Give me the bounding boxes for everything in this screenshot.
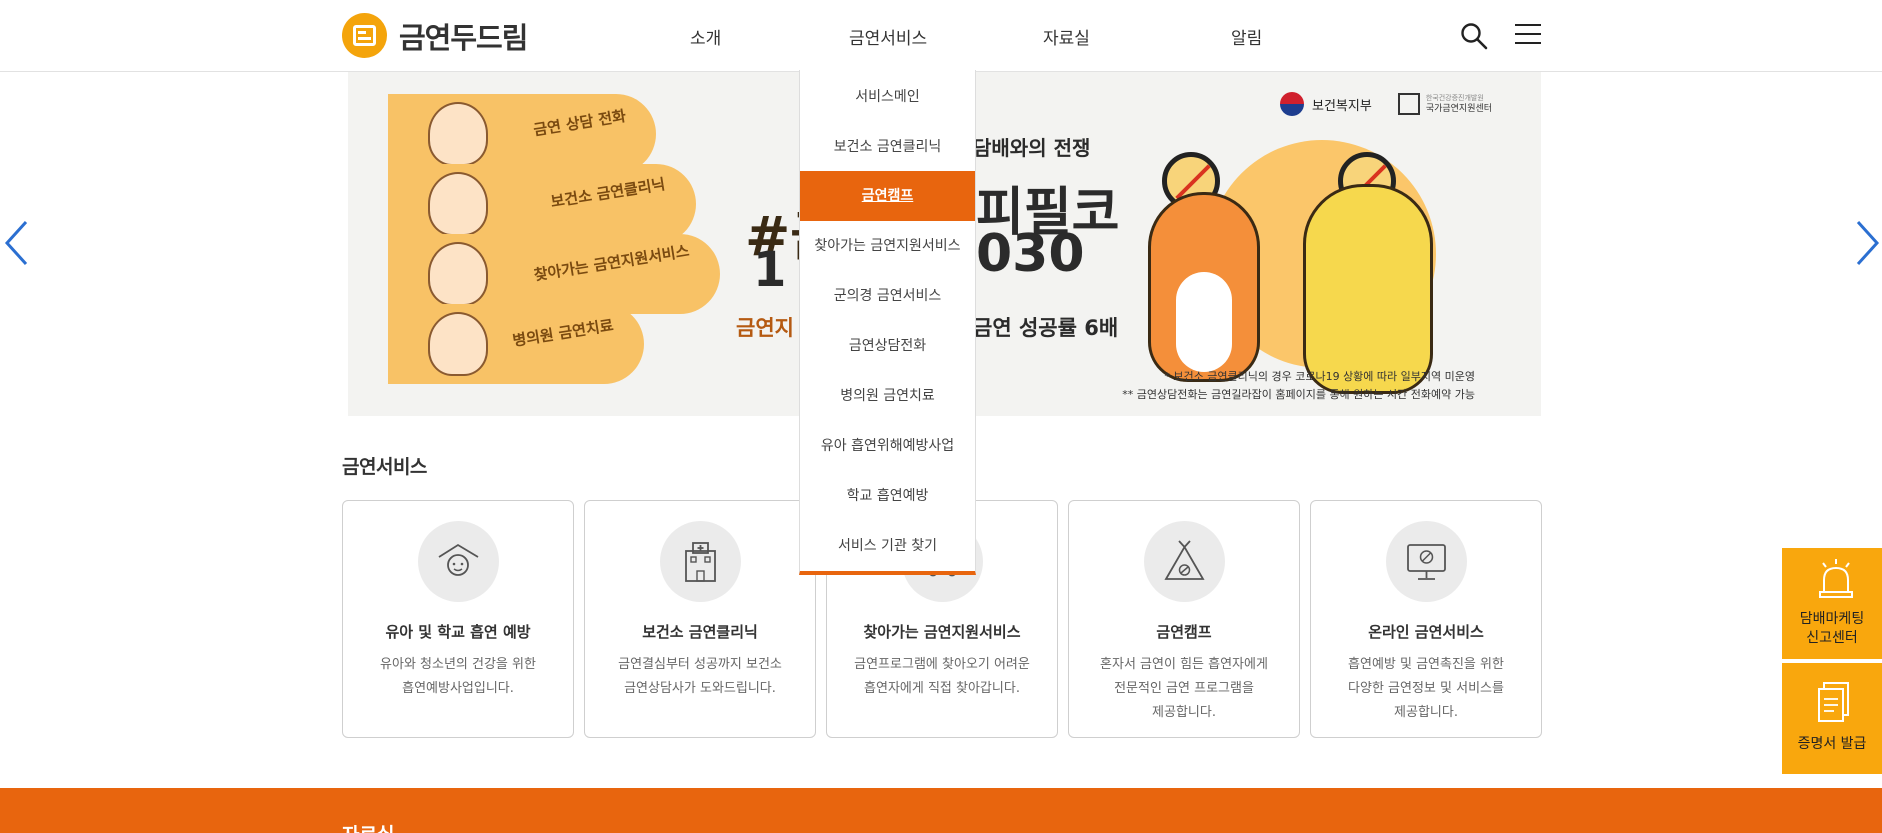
service-card-camp[interactable]: 금연캠프 혼자서 금연이 힘든 흡연자에게 전문적인 금연 프로그램을 제공합니… — [1068, 500, 1300, 738]
section-title-services: 금연서비스 — [342, 456, 427, 478]
tiger-belly — [1176, 272, 1232, 372]
nav-item-intro[interactable]: 소개 — [690, 24, 721, 49]
banner-note-1: * 보건소 금연클리닉의 경우 코로나19 상황에 따라 일부지역 미운영 — [1164, 370, 1475, 383]
site-logo[interactable]: 금연두드림 — [342, 13, 528, 58]
center-name: 한국건강증진개발원 국가금연지원센터 — [1425, 94, 1493, 114]
carousel-next-button[interactable] — [1852, 218, 1882, 268]
dropdown-item-service-main[interactable]: 서비스메인 — [800, 72, 975, 122]
logo-text: 금연두드림 — [399, 20, 528, 55]
logo-mark-icon — [342, 13, 387, 58]
services-dropdown: 서비스메인 보건소 금연클리닉 금연캠프 찾아가는 금연지원서비스 군의경 금연… — [799, 70, 976, 575]
site-header: 금연두드림 소개 금연서비스 자료실 알림 — [0, 0, 1882, 72]
dropdown-item-infant[interactable]: 유아 흡연위해예방사업 — [800, 421, 975, 471]
person-illustration — [428, 242, 488, 306]
quick-menu-label: 담배마케팅 — [1799, 611, 1865, 627]
banner-sub-right: 금연 성공률 6배 — [973, 316, 1119, 340]
service-card-online[interactable]: 온라인 금연서비스 흡연예방 및 금연촉진을 위한 다양한 금연정보 및 서비스… — [1310, 500, 1542, 738]
person-illustration — [428, 172, 488, 236]
bear-mascot — [1303, 184, 1433, 394]
taeguk-logo-icon — [1280, 92, 1304, 116]
banner-sub-left: 금연지 — [736, 316, 794, 340]
service-card-title: 보건소 금연클리닉 — [642, 623, 758, 641]
banner-pill-treatment: 병의원 금연치료 — [388, 304, 644, 384]
nav-item-resources[interactable]: 자료실 — [1043, 24, 1090, 49]
banner-big-left: 1 — [753, 242, 787, 298]
person-illustration — [428, 102, 488, 166]
dropdown-item-school[interactable]: 학교 흡연예방 — [800, 471, 975, 521]
hospital-icon — [660, 521, 741, 602]
dropdown-item-find-agency[interactable]: 서비스 기관 찾기 — [800, 521, 975, 571]
ministry-name: 보건복지부 — [1312, 98, 1372, 114]
resources-section: 자료실 — [0, 788, 1882, 833]
section-title-resources: 자료실 — [342, 820, 394, 833]
service-card-description: 혼자서 금연이 힘든 흡연자에게 전문적인 금연 프로그램을 제공합니다. — [1100, 657, 1268, 720]
banner-headline: 담배와의 전쟁 — [973, 136, 1091, 160]
child-icon — [418, 521, 499, 602]
banner-pill-counseling: 금연 상담 전화 — [388, 94, 656, 174]
quick-menu-label: 신고센터 — [1806, 630, 1858, 646]
dropdown-item-clinic[interactable]: 보건소 금연클리닉 — [800, 122, 975, 172]
monitor-icon — [1386, 521, 1467, 602]
banner-big-number: 030 — [976, 224, 1085, 284]
quick-menu-certificate[interactable]: 증명서 발급 — [1782, 663, 1882, 774]
dropdown-item-hospital[interactable]: 병의원 금연치료 — [800, 371, 975, 421]
service-card-prevention[interactable]: 유아 및 학교 흡연 예방 유아와 청소년의 건강을 위한 흡연예방사업입니다. — [342, 500, 574, 738]
service-card-description: 금연결심부터 성공까지 보건소 금연상담사가 도와드립니다. — [618, 657, 782, 696]
ministry-logos: 보건복지부 한국건강증진개발원 국가금연지원센터 — [1280, 92, 1492, 116]
document-icon — [1818, 682, 1849, 722]
service-card-description: 유아와 청소년의 건강을 위한 흡연예방사업입니다. — [380, 657, 536, 696]
banner-note-2: ** 금연상담전화는 금연길라잡이 홈페이지를 통해 원하는 시간 전화예약 가… — [1122, 388, 1475, 401]
hamburger-menu-icon[interactable] — [1515, 22, 1543, 46]
person-illustration — [428, 312, 488, 376]
service-card-description: 금연프로그램에 찾아오기 어려운 흡연자에게 직접 찾아갑니다. — [854, 657, 1030, 696]
nav-item-services[interactable]: 금연서비스 — [849, 24, 927, 49]
service-card-clinic[interactable]: 보건소 금연클리닉 금연결심부터 성공까지 보건소 금연상담사가 도와드립니다. — [584, 500, 816, 738]
carousel-prev-button[interactable] — [2, 218, 32, 268]
dropdown-item-camp[interactable]: 금연캠프 — [800, 171, 975, 221]
center-logo-icon — [1397, 93, 1420, 115]
banner-pill-clinic: 보건소 금연클리닉 — [388, 164, 696, 244]
service-card-description: 흡연예방 및 금연촉진을 위한 다양한 금연정보 및 서비스를 제공합니다. — [1348, 657, 1504, 720]
service-card-title: 유아 및 학교 흡연 예방 — [385, 623, 531, 641]
nav-item-notice[interactable]: 알림 — [1231, 24, 1262, 49]
service-card-title: 금연캠프 — [1156, 623, 1212, 641]
banner-pill-outreach: 찾아가는 금연지원서비스 — [388, 234, 720, 314]
quick-menu-report-center[interactable]: 담배마케팅 신고센터 — [1782, 548, 1882, 659]
search-icon[interactable] — [1460, 22, 1488, 50]
dropdown-item-quitline[interactable]: 금연상담전화 — [800, 321, 975, 371]
quick-menu-label: 증명서 발급 — [1797, 736, 1867, 752]
service-card-title: 찾아가는 금연지원서비스 — [863, 623, 1021, 641]
tent-icon — [1144, 521, 1225, 602]
dropdown-item-military[interactable]: 군의경 금연서비스 — [800, 271, 975, 321]
dropdown-item-outreach[interactable]: 찾아가는 금연지원서비스 — [800, 221, 975, 271]
siren-icon — [1819, 559, 1853, 598]
service-card-title: 온라인 금연서비스 — [1368, 623, 1484, 641]
